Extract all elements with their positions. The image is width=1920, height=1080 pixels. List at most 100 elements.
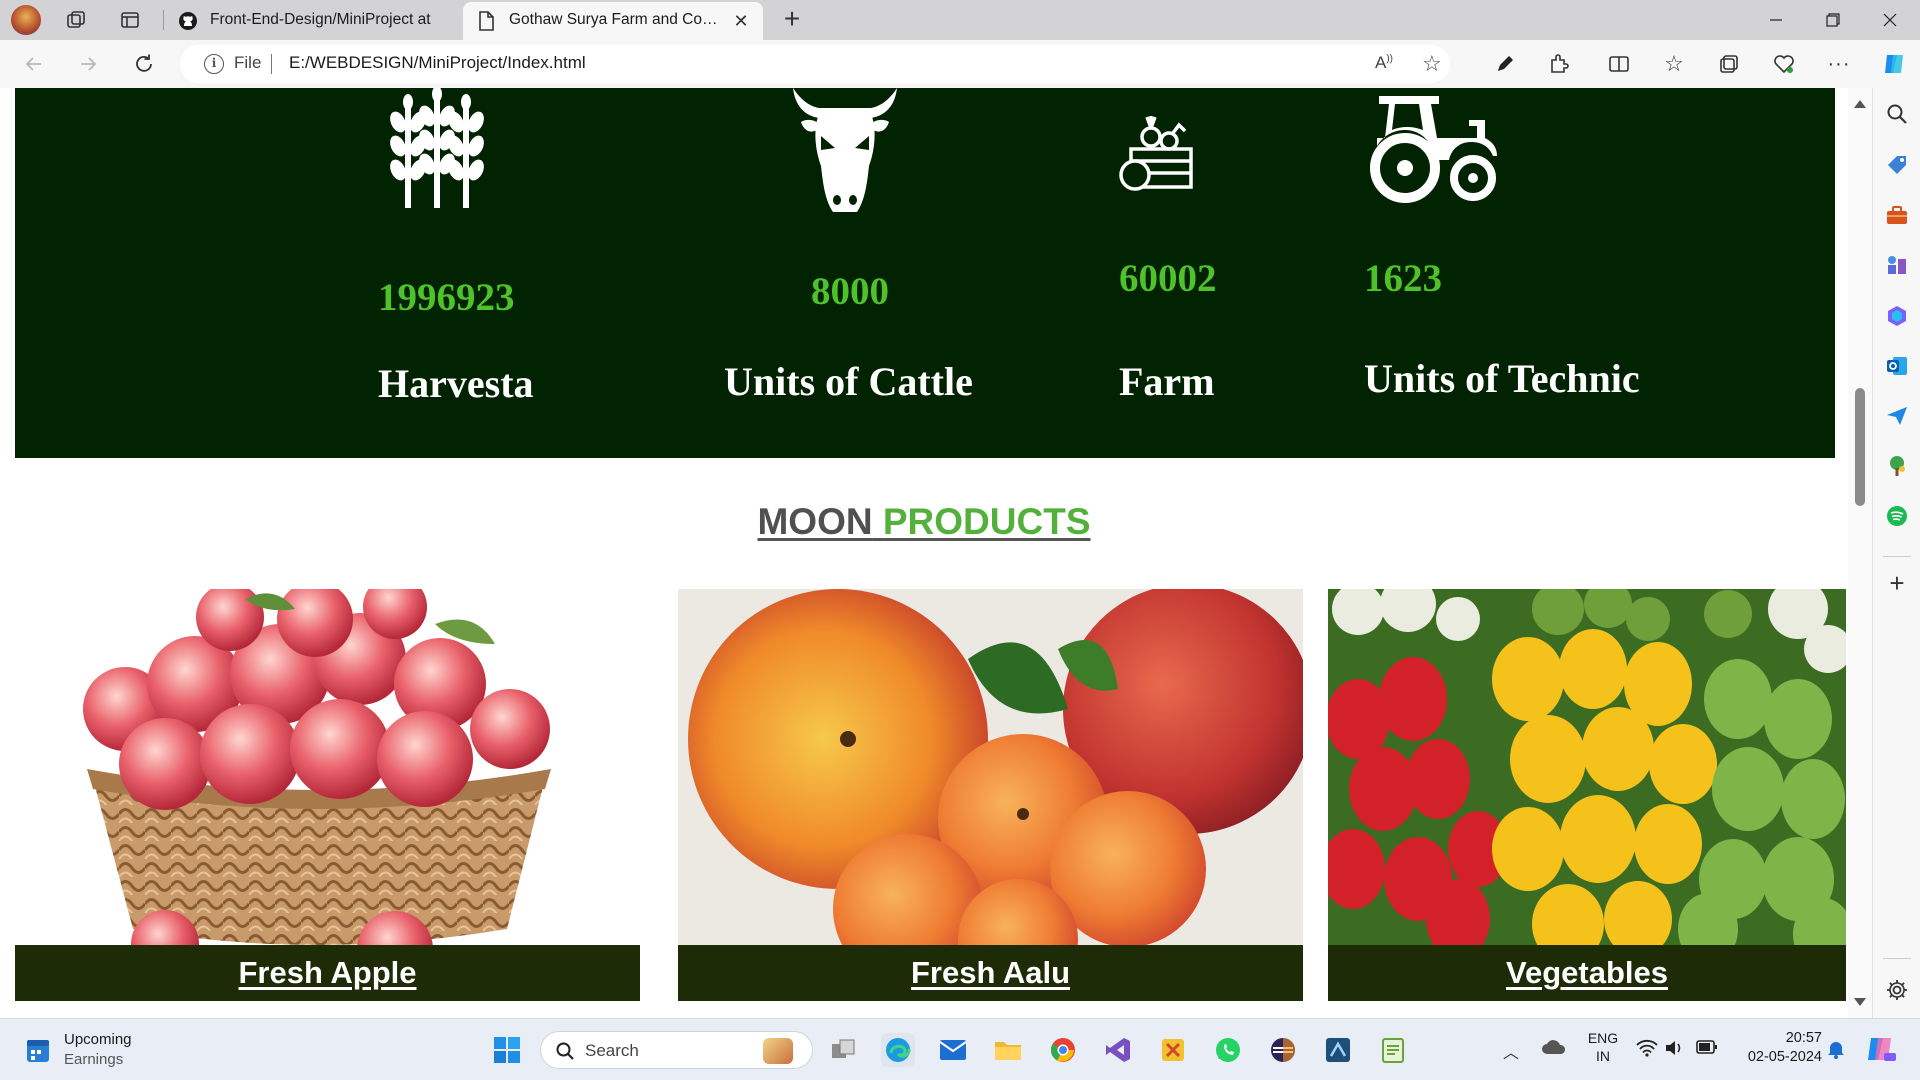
crate-icon [1117,113,1197,193]
browser-tab-strip: Front-End-Design/MiniProject at Gothaw S… [0,0,1920,40]
scheme-label: File [234,53,262,72]
visual-studio-icon[interactable] [1101,1033,1135,1067]
vertical-tabs-icon[interactable] [120,10,140,30]
file-explorer-icon[interactable] [991,1033,1025,1067]
widget-title: Upcoming [64,1031,132,1048]
copilot-taskbar-icon[interactable] [1864,1033,1896,1070]
scrollbar-thumb[interactable] [1855,388,1865,506]
language-code: ENG [1587,1030,1619,1046]
taskbar-search-box[interactable]: Search [540,1031,813,1069]
forward-button[interactable] [72,48,104,80]
volume-icon[interactable] [1664,1039,1684,1062]
refresh-button[interactable] [128,48,160,80]
whatsapp-icon[interactable] [1211,1033,1245,1067]
battery-icon[interactable] [1696,1040,1718,1059]
product-caption-vegetables[interactable]: Vegetables [1328,945,1846,1001]
stat-label-harvest: Harvesta [378,361,534,406]
read-aloud-icon[interactable]: A)) [1375,53,1393,73]
peaches-image [678,589,1303,945]
clock-date: 02-05-2024 [1747,1049,1822,1065]
clock[interactable]: 20:57 02-05-2024 [1734,1029,1822,1067]
split-screen-icon[interactable] [1603,48,1635,80]
tab-divider [163,10,164,30]
favorites-icon[interactable]: ☆ [1658,48,1690,80]
copilot-m365-icon[interactable] [1885,304,1909,328]
pen-extension-icon[interactable] [1489,48,1521,80]
region-code: IN [1596,1048,1610,1064]
stat-value-cattle: 8000 [811,270,889,313]
address-bar[interactable]: i File E:/WEBDESIGN/MiniProject/Index.ht… [180,45,1450,83]
notification-bell-icon[interactable] [1827,1039,1845,1064]
browser-essentials-icon[interactable] [1768,48,1800,80]
scroll-up-arrow[interactable] [1854,100,1866,108]
minimize-button[interactable] [1748,0,1804,40]
product-caption-apple[interactable]: Fresh Apple [15,945,640,1001]
profile-avatar[interactable] [11,5,41,35]
chrome-icon[interactable] [1046,1033,1080,1067]
games-icon[interactable] [1885,253,1909,277]
new-tab-button[interactable]: + [776,4,808,36]
scroll-down-arrow[interactable] [1854,998,1866,1006]
stat-label-cattle: Units of Cattle [724,359,973,404]
notepad-app-icon[interactable] [1376,1033,1410,1067]
page-viewport: 1996923 8000 60002 1623 Harvesta Units o… [0,88,1848,1018]
task-view-icon[interactable] [826,1033,860,1067]
add-icon[interactable]: + [1885,570,1909,596]
spotify-icon[interactable] [1885,504,1909,528]
search-icon [555,1041,575,1066]
github-icon [178,11,198,31]
tab-gothaw-surya[interactable]: Gothaw Surya Farm and Compan ✕ [463,2,763,40]
heading-word-products: PRODUCTS [882,501,1091,542]
cow-icon [785,88,905,218]
more-menu-icon[interactable]: ··· [1823,48,1855,80]
bell-peppers-image [1328,589,1846,945]
tools-icon[interactable] [1885,203,1909,227]
onedrive-icon[interactable] [1542,1039,1566,1060]
stat-value-harvest: 1996923 [378,276,515,319]
start-button[interactable] [490,1033,524,1067]
mail-icon[interactable] [936,1033,970,1067]
close-tab-icon[interactable]: ✕ [731,11,751,31]
tree-icon[interactable] [1885,454,1909,478]
outlook-icon[interactable] [1885,354,1909,378]
product-card-apple[interactable]: Fresh Apple [15,589,640,1001]
stat-value-farm: 60002 [1119,257,1217,300]
favorite-star-icon[interactable]: ☆ [1422,51,1442,77]
search-icon[interactable] [1885,102,1909,126]
language-indicator[interactable]: ENG IN [1585,1029,1621,1065]
workspaces-icon[interactable] [66,10,86,30]
tractor-icon [1365,96,1500,204]
close-window-button[interactable] [1862,0,1918,40]
eclipse-icon[interactable] [1266,1033,1300,1067]
extensions-icon[interactable] [1543,48,1575,80]
copilot-icon[interactable] [1878,48,1910,80]
product-card-vegetables[interactable]: Vegetables [1328,589,1846,1001]
edge-taskbar-icon[interactable] [881,1033,915,1067]
send-icon[interactable] [1885,404,1909,428]
page-scrollbar[interactable] [1848,88,1872,1018]
search-placeholder: Search [585,1041,639,1060]
stat-label-farm: Farm [1119,359,1215,404]
tab-github[interactable]: Front-End-Design/MiniProject at [170,2,460,40]
snipping-tool-icon[interactable] [1156,1033,1190,1067]
address-separator [271,54,272,74]
collections-icon[interactable] [1713,48,1745,80]
back-button[interactable] [18,48,50,80]
widgets-button[interactable]: Upcoming Earnings [22,1029,182,1071]
edge-sidebar: + [1872,88,1920,1018]
product-caption-aalu[interactable]: Fresh Aalu [678,945,1303,1001]
wifi-icon[interactable] [1636,1039,1658,1062]
show-hidden-icons-icon[interactable]: ︿ [1503,1039,1519,1063]
clock-time: 20:57 [1785,1030,1822,1046]
browser-toolbar: i File E:/WEBDESIGN/MiniProject/Index.ht… [0,40,1920,88]
site-info-icon[interactable]: i [204,54,224,74]
product-card-aalu[interactable]: Fresh Aalu [678,589,1303,1001]
wheat-icon [385,88,490,213]
stat-value-technic: 1623 [1364,257,1442,300]
shopping-tag-icon[interactable] [1885,153,1909,177]
ide-icon[interactable] [1321,1033,1355,1067]
restore-button[interactable] [1805,0,1861,40]
settings-gear-icon[interactable] [1885,978,1909,1002]
windows-taskbar: Upcoming Earnings Search ︿ ENG IN 20:57 … [0,1018,1920,1080]
url-text[interactable]: E:/WEBDESIGN/MiniProject/Index.html [289,53,586,73]
